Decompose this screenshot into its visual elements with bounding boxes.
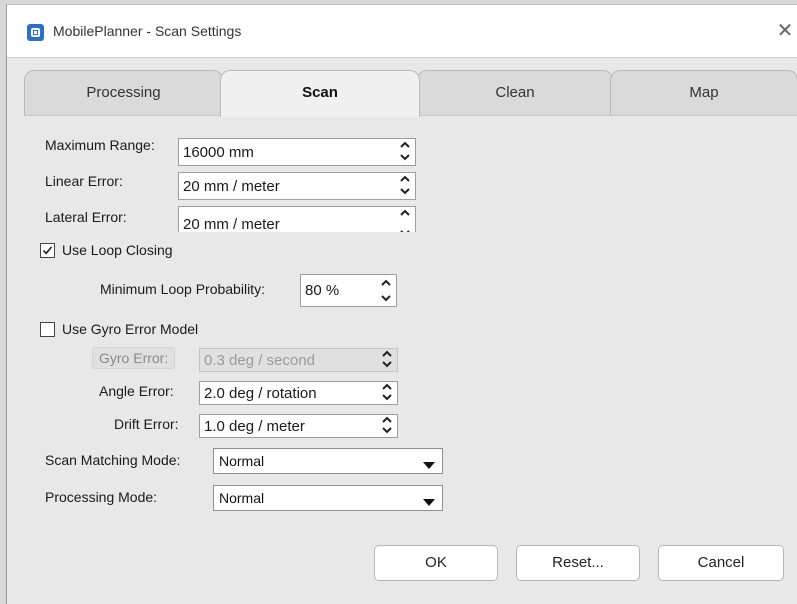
drift-error-spinbox[interactable]: 1.0 deg / meter — [199, 414, 398, 438]
chevron-down-icon[interactable] — [382, 426, 392, 436]
min-loop-probability-value: 80 % — [305, 282, 340, 299]
processing-mode-label: Processing Mode: — [45, 489, 158, 505]
max-range-spinbox[interactable]: 16000 mm — [178, 138, 416, 166]
processing-mode-value: Normal — [219, 490, 265, 506]
chevron-down-icon — [382, 360, 392, 370]
ok-button[interactable]: OK — [374, 545, 498, 581]
min-loop-probability-label: Minimum Loop Probability: — [100, 281, 265, 297]
chevron-up-icon[interactable] — [400, 141, 410, 151]
gyro-error-spinbox: 0.3 deg / second — [199, 348, 398, 372]
app-icon — [27, 24, 44, 41]
gyro-model-label[interactable]: Use Gyro Error Model — [62, 321, 198, 337]
dropdown-arrow-icon — [422, 494, 436, 506]
linear-error-spinbox[interactable]: 20 mm / meter — [178, 172, 416, 200]
chevron-up-icon[interactable] — [400, 175, 410, 185]
tab-processing[interactable]: Processing — [24, 70, 223, 115]
window-title: MobilePlanner - Scan Settings — [53, 23, 242, 39]
chevron-up-icon[interactable] — [382, 383, 392, 393]
chevron-down-icon[interactable] — [400, 153, 410, 163]
drift-error-label: Drift Error: — [114, 416, 179, 432]
close-icon[interactable]: ✕ — [775, 19, 795, 41]
angle-error-value: 2.0 deg / rotation — [204, 385, 317, 402]
gyro-model-checkbox[interactable] — [40, 322, 55, 337]
gyro-error-value: 0.3 deg / second — [204, 352, 315, 369]
tab-scan[interactable]: Scan — [220, 70, 420, 117]
min-loop-probability-spinbox[interactable]: 80 % — [300, 274, 397, 307]
dropdown-arrow-icon — [422, 457, 436, 469]
chevron-down-icon[interactable] — [382, 393, 392, 403]
tab-bar: Processing Scan Clean Map — [24, 70, 797, 117]
lateral-error-spinbox[interactable]: 20 mm / meter — [178, 206, 416, 232]
dialog-window: MobilePlanner - Scan Settings ✕ Processi… — [6, 4, 797, 604]
scan-matching-mode-select[interactable]: Normal — [213, 448, 443, 474]
reset-button[interactable]: Reset... — [516, 545, 640, 581]
loop-closing-label[interactable]: Use Loop Closing — [62, 242, 173, 258]
loop-closing-checkbox[interactable] — [40, 243, 55, 258]
spinner-arrows — [379, 278, 393, 302]
chevron-up-icon — [382, 350, 392, 360]
chevron-down-icon[interactable] — [381, 294, 391, 304]
angle-error-label: Angle Error: — [99, 383, 174, 399]
cancel-button[interactable]: Cancel — [658, 545, 784, 581]
linear-error-value: 20 mm / meter — [183, 178, 280, 195]
chevron-down-icon[interactable] — [400, 187, 410, 197]
chevron-up-icon[interactable] — [400, 209, 410, 219]
spinner-arrows — [380, 383, 394, 407]
linear-error-label: Linear Error: — [45, 173, 123, 189]
spinner-arrows — [398, 174, 412, 198]
lateral-error-label: Lateral Error: — [45, 209, 127, 225]
drift-error-value: 1.0 deg / meter — [204, 418, 305, 435]
title-bar: MobilePlanner - Scan Settings ✕ — [7, 5, 797, 58]
max-range-label: Maximum Range: — [45, 137, 155, 153]
tab-clean[interactable]: Clean — [417, 70, 613, 115]
spinner-arrows — [380, 350, 394, 374]
chevron-up-icon[interactable] — [381, 279, 391, 289]
max-range-value: 16000 mm — [183, 144, 254, 161]
spinner-arrows — [398, 140, 412, 164]
chevron-up-icon[interactable] — [382, 416, 392, 426]
spinner-arrows — [398, 208, 412, 232]
scan-matching-mode-value: Normal — [219, 453, 265, 469]
angle-error-spinbox[interactable]: 2.0 deg / rotation — [199, 381, 398, 405]
dialog-content: Processing Scan Clean Map Maximum Range:… — [7, 58, 797, 604]
checkmark-icon — [42, 246, 53, 255]
gyro-error-label: Gyro Error: — [92, 347, 176, 369]
scan-matching-mode-label: Scan Matching Mode: — [45, 452, 181, 468]
processing-mode-select[interactable]: Normal — [213, 485, 443, 511]
spinner-arrows — [380, 416, 394, 440]
lateral-error-value: 20 mm / meter — [183, 216, 280, 232]
tab-map[interactable]: Map — [610, 70, 797, 115]
chevron-down-icon[interactable] — [400, 229, 410, 232]
